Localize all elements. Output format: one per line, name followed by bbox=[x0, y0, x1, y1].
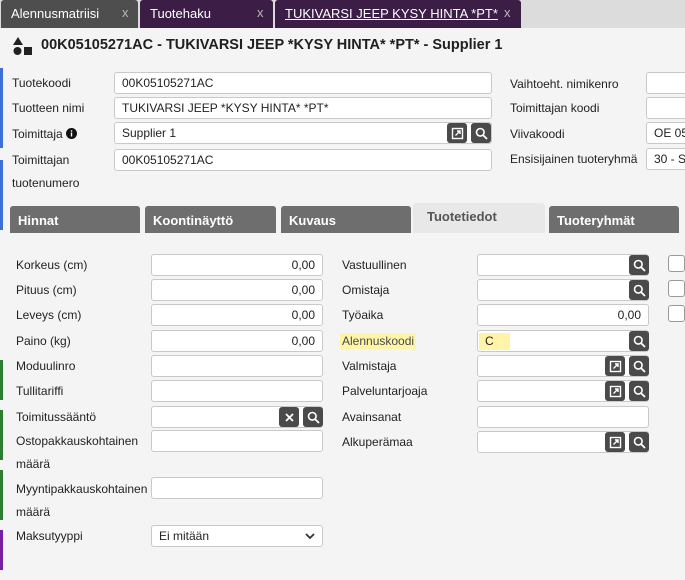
payment-type-label: Maksutyyppi bbox=[16, 529, 83, 543]
weight-label: Paino (kg) bbox=[16, 334, 71, 348]
height-label: Korkeus (cm) bbox=[16, 258, 88, 272]
supplier-number-label-1: Toimittajan bbox=[12, 153, 70, 167]
search-icon[interactable] bbox=[629, 381, 649, 401]
discount-code-label: Alennuskoodi bbox=[340, 333, 417, 349]
owner-label: Omistaja bbox=[342, 283, 390, 297]
window-tab-label: Alennusmatriisi bbox=[11, 6, 100, 21]
name-label: Tuotteen nimi bbox=[12, 101, 85, 115]
length-label: Pituus (cm) bbox=[16, 283, 77, 297]
checkbox[interactable] bbox=[668, 305, 685, 322]
alt-item-input[interactable] bbox=[646, 72, 685, 94]
name-input[interactable]: TUKIVARSI JEEP *KYSY HINTA* *PT* bbox=[114, 97, 492, 119]
barcode-label: Viivakoodi bbox=[510, 127, 565, 141]
product-shapes-icon bbox=[13, 37, 32, 55]
tab-hinnat[interactable]: Hinnat bbox=[10, 206, 140, 233]
search-icon[interactable] bbox=[629, 255, 649, 275]
length-input[interactable]: 0,00 bbox=[151, 279, 323, 301]
payment-type-select[interactable]: Ei mitään bbox=[151, 525, 323, 547]
module-input[interactable] bbox=[151, 355, 323, 377]
page-title: 00K05105271AC - TUKIVARSI JEEP *KYSY HIN… bbox=[41, 37, 503, 53]
tab-tuotetiedot[interactable]: Tuotetiedot bbox=[413, 203, 545, 233]
module-label: Moduulinro bbox=[16, 359, 76, 373]
clear-icon[interactable] bbox=[279, 407, 299, 427]
supplier-code-label: Toimittajan koodi bbox=[510, 101, 600, 115]
manufacturer-label: Valmistaja bbox=[342, 359, 397, 373]
purchase-pack-input[interactable] bbox=[151, 430, 323, 452]
open-link-icon[interactable] bbox=[605, 432, 625, 452]
payment-type-value: Ei mitään bbox=[159, 529, 210, 543]
window-tab-product[interactable]: TUKIVARSI JEEP KYSY HINTA *PT* x bbox=[275, 0, 521, 28]
supplier-code-input[interactable] bbox=[646, 97, 685, 119]
alt-item-label: Vaihtoeht. nimikenro bbox=[510, 77, 619, 91]
search-icon[interactable] bbox=[471, 123, 491, 143]
search-icon[interactable] bbox=[629, 356, 649, 376]
chevron-down-icon bbox=[305, 533, 315, 540]
window-tab-alennusmatriisi[interactable]: Alennusmatriisi x bbox=[1, 0, 138, 28]
tab-kuvaus[interactable]: Kuvaus bbox=[281, 206, 411, 233]
close-icon[interactable]: x bbox=[257, 5, 264, 20]
service-provider-label: Palveluntarjoaja bbox=[342, 384, 428, 398]
purchase-pack-label-2: määrä bbox=[16, 457, 51, 471]
width-input[interactable]: 0,00 bbox=[151, 304, 323, 326]
sales-pack-label-2: määrä bbox=[16, 505, 51, 519]
origin-label: Alkuperämaa bbox=[342, 435, 413, 449]
code-input[interactable]: 00K05105271AC bbox=[114, 72, 492, 94]
keywords-input[interactable] bbox=[477, 406, 649, 428]
tariff-input[interactable] bbox=[151, 380, 323, 402]
tab-tuoteryhmat[interactable]: Tuoteryhmät bbox=[549, 206, 679, 233]
discount-code-value: C bbox=[479, 333, 510, 350]
search-icon[interactable] bbox=[303, 407, 323, 427]
open-link-icon[interactable] bbox=[605, 381, 625, 401]
supplier-number-label-2: tuotenumero bbox=[12, 176, 80, 190]
search-icon[interactable] bbox=[629, 331, 649, 351]
checkbox[interactable] bbox=[668, 280, 685, 297]
worktime-input[interactable]: 0,00 bbox=[477, 304, 649, 326]
sales-pack-input[interactable] bbox=[151, 477, 323, 499]
weight-input[interactable]: 0,00 bbox=[151, 330, 323, 352]
close-icon[interactable]: x bbox=[504, 5, 511, 20]
open-link-icon[interactable] bbox=[605, 356, 625, 376]
delivery-rule-label: Toimitussääntö bbox=[16, 410, 97, 424]
info-icon[interactable] bbox=[66, 128, 78, 139]
height-input[interactable]: 0,00 bbox=[151, 254, 323, 276]
responsible-label: Vastuullinen bbox=[342, 258, 407, 272]
supplier-label: Toimittaja bbox=[12, 127, 78, 141]
tab-koontinaytto[interactable]: Koontinäyttö bbox=[145, 206, 276, 233]
supplier-input[interactable]: Supplier 1 bbox=[114, 122, 492, 144]
window-tab-label: Tuotehaku bbox=[150, 6, 211, 21]
window-tab-label: TUKIVARSI JEEP KYSY HINTA *PT* bbox=[285, 6, 498, 21]
supplier-label-text: Toimittaja bbox=[12, 127, 63, 141]
section-tabs: Hinnat Koontinäyttö Kuvaus Tuotetiedot T… bbox=[10, 203, 685, 233]
search-icon[interactable] bbox=[629, 280, 649, 300]
sales-pack-label-1: Myyntipakkauskohtainen bbox=[16, 482, 148, 496]
code-label: Tuotekoodi bbox=[12, 76, 71, 90]
responsible-input[interactable] bbox=[477, 254, 649, 276]
barcode-input[interactable]: OE 05 bbox=[646, 122, 685, 144]
search-icon[interactable] bbox=[629, 432, 649, 452]
close-icon[interactable]: x bbox=[122, 5, 129, 20]
left-color-strip bbox=[0, 30, 3, 580]
supplier-number-input[interactable]: 00K05105271AC bbox=[114, 149, 492, 171]
checkbox[interactable] bbox=[668, 255, 685, 272]
width-label: Leveys (cm) bbox=[16, 308, 82, 322]
worktime-label: Työaika bbox=[342, 308, 384, 322]
owner-input[interactable] bbox=[477, 279, 649, 301]
purchase-pack-label-1: Ostopakkauskohtainen bbox=[16, 434, 139, 448]
open-link-icon[interactable] bbox=[447, 123, 467, 143]
window-tab-tuotehaku[interactable]: Tuotehaku x bbox=[140, 0, 273, 28]
keywords-label: Avainsanat bbox=[342, 410, 402, 424]
primary-group-label: Ensisijainen tuoteryhmä bbox=[510, 152, 638, 166]
tariff-label: Tullitariffi bbox=[16, 384, 64, 398]
discount-code-input[interactable]: C bbox=[477, 330, 649, 352]
primary-group-select[interactable]: 30 - S bbox=[646, 148, 685, 170]
